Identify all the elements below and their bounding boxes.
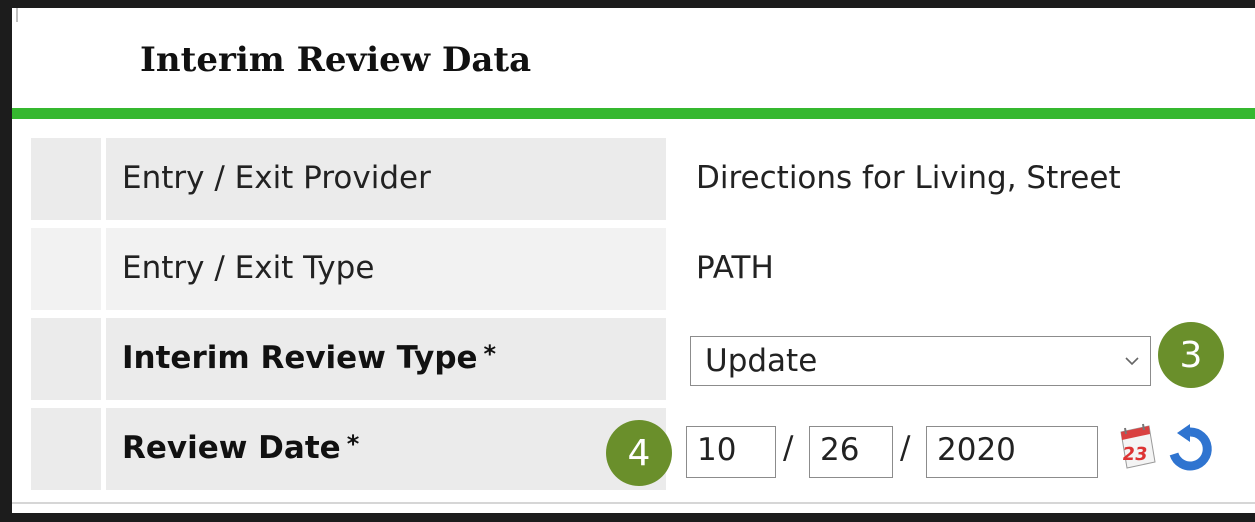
provider-value: Directions for Living, Street bbox=[696, 160, 1121, 196]
interim-review-panel: Interim Review Data Entry / Exit Provide… bbox=[12, 8, 1255, 513]
interim-review-type-label-text: Interim Review Type bbox=[122, 340, 478, 376]
review-date-year-input[interactable]: 2020 bbox=[926, 426, 1098, 478]
review-date-label: Review Date * bbox=[122, 430, 359, 466]
required-asterisk: * bbox=[346, 430, 360, 458]
review-date-label-cell: Review Date * bbox=[106, 408, 666, 490]
date-separator: / bbox=[900, 430, 911, 466]
review-date-row: Review Date * 4 10 / 26 / 2020 23 bbox=[12, 408, 1255, 490]
required-asterisk: * bbox=[483, 340, 497, 368]
step-4-badge: 4 bbox=[606, 420, 672, 486]
entry-exit-type-row: Entry / Exit Type PATH bbox=[12, 228, 1255, 310]
panel-edge-mark bbox=[16, 8, 18, 22]
table-bottom-border bbox=[12, 502, 1255, 504]
interim-review-type-label-cell: Interim Review Type * bbox=[106, 318, 666, 400]
entry-exit-type-label-cell: Entry / Exit Type bbox=[106, 228, 666, 310]
interim-review-type-select[interactable]: Update bbox=[690, 336, 1151, 386]
row-gutter bbox=[31, 318, 101, 400]
review-date-label-text: Review Date bbox=[122, 430, 341, 466]
review-date-month-input[interactable]: 10 bbox=[686, 426, 776, 478]
section-title: Interim Review Data bbox=[140, 40, 532, 80]
row-gutter bbox=[31, 408, 101, 490]
row-gutter bbox=[31, 228, 101, 310]
interim-review-type-label: Interim Review Type * bbox=[122, 340, 496, 376]
section-divider bbox=[12, 108, 1255, 119]
interim-review-type-row: Interim Review Type * Update 3 bbox=[12, 318, 1255, 400]
row-gutter bbox=[31, 138, 101, 220]
svg-text:23: 23 bbox=[1121, 444, 1149, 465]
chevron-down-icon bbox=[1125, 357, 1139, 366]
entry-exit-type-label: Entry / Exit Type bbox=[122, 250, 375, 286]
step-3-badge: 3 bbox=[1158, 322, 1224, 388]
calendar-icon[interactable]: 23 bbox=[1115, 422, 1159, 470]
refresh-icon[interactable] bbox=[1165, 424, 1215, 474]
provider-row: Entry / Exit Provider Directions for Liv… bbox=[12, 138, 1255, 220]
interim-review-type-selected: Update bbox=[705, 343, 818, 379]
provider-label: Entry / Exit Provider bbox=[122, 160, 431, 196]
provider-label-cell: Entry / Exit Provider bbox=[106, 138, 666, 220]
date-separator: / bbox=[783, 430, 794, 466]
entry-exit-type-value: PATH bbox=[696, 250, 774, 286]
review-date-day-input[interactable]: 26 bbox=[809, 426, 893, 478]
